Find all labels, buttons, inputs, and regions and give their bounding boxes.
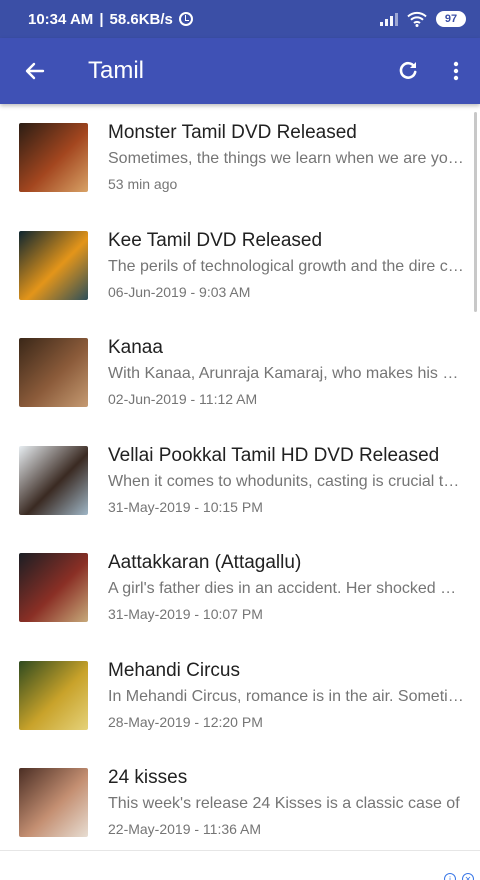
- item-timestamp: 22-May-2019 - 11:36 AM: [108, 821, 262, 838]
- item-title: Monster Tamil DVD Released: [108, 122, 357, 144]
- poster-thumbnail: [19, 123, 88, 193]
- list-item[interactable]: Kanaa With Kanaa, Arunraja Kamaraj, who …: [0, 319, 480, 427]
- list-item[interactable]: Aattakkaran (Attagallu) A girl's father …: [0, 534, 480, 642]
- list-item[interactable]: Kee Tamil DVD Released The perils of tec…: [0, 212, 480, 320]
- item-title: Aattakkaran (Attagallu): [108, 552, 302, 574]
- item-timestamp: 53 min ago: [108, 176, 178, 193]
- list-item[interactable]: Mehandi Circus In Mehandi Circus, romanc…: [0, 642, 480, 750]
- page-title: Tamil: [88, 57, 145, 84]
- poster-thumbnail: [19, 768, 88, 838]
- item-timestamp: 31-May-2019 - 10:07 PM: [108, 606, 263, 623]
- item-title: Vellai Pookkal Tamil HD DVD Released: [108, 444, 440, 466]
- poster-thumbnail: [19, 553, 88, 623]
- wifi-icon: [407, 11, 427, 27]
- ad-banner[interactable]: i ✕: [0, 850, 480, 880]
- poster-thumbnail: [19, 445, 88, 515]
- article-list[interactable]: Monster Tamil DVD Released Sometimes, th…: [0, 104, 480, 850]
- overflow-menu-button[interactable]: [432, 38, 480, 104]
- more-vert-icon: [453, 61, 459, 81]
- item-title: Mehandi Circus: [108, 659, 240, 681]
- ad-close-icon[interactable]: ✕: [462, 873, 474, 880]
- network-speed: 58.6KB/s: [109, 10, 173, 28]
- scrollbar[interactable]: [474, 112, 477, 312]
- status-separator: |: [99, 10, 104, 28]
- item-title: Kee Tamil DVD Released: [108, 229, 323, 251]
- refresh-icon: [399, 61, 417, 79]
- arrow-back-icon: [25, 62, 45, 80]
- item-description: In Mehandi Circus, romance is in the air…: [108, 687, 464, 705]
- item-timestamp: 02-Jun-2019 - 11:12 AM: [108, 391, 258, 408]
- back-button[interactable]: [0, 38, 70, 104]
- item-description: The perils of technological growth and t…: [108, 257, 464, 275]
- item-title: 24 kisses: [108, 767, 188, 789]
- list-item[interactable]: Monster Tamil DVD Released Sometimes, th…: [0, 104, 480, 212]
- list-item[interactable]: 24 kisses This week's release 24 Kisses …: [0, 749, 480, 850]
- item-description: Sometimes, the things we learn when we a…: [108, 150, 464, 168]
- poster-thumbnail: [19, 230, 88, 300]
- item-description: A girl's father dies in an accident. Her…: [108, 580, 464, 598]
- app-bar: Tamil: [0, 38, 480, 104]
- poster-thumbnail: [19, 338, 88, 408]
- item-timestamp: 31-May-2019 - 10:15 PM: [108, 498, 263, 515]
- item-description: When it comes to whodunits, casting is c…: [108, 472, 464, 490]
- poster-thumbnail: [19, 660, 88, 730]
- item-timestamp: 28-May-2019 - 12:20 PM: [108, 713, 263, 730]
- ad-controls: i ✕: [444, 873, 474, 880]
- signal-icon: [380, 12, 398, 26]
- alarm-icon: [178, 12, 193, 26]
- item-description: With Kanaa, Arunraja Kamaraj, who makes …: [108, 365, 464, 383]
- ad-info-icon[interactable]: i: [444, 873, 456, 880]
- item-description: This week's release 24 Kisses is a class…: [108, 795, 460, 813]
- battery-indicator: 97: [436, 11, 466, 27]
- refresh-button[interactable]: [384, 38, 432, 104]
- list-item[interactable]: Vellai Pookkal Tamil HD DVD Released Whe…: [0, 427, 480, 535]
- status-time: 10:34 AM: [28, 10, 94, 28]
- item-timestamp: 06-Jun-2019 - 9:03 AM: [108, 283, 251, 300]
- status-bar: 10:34 AM | 58.6KB/s 97: [0, 0, 480, 38]
- item-title: Kanaa: [108, 337, 163, 359]
